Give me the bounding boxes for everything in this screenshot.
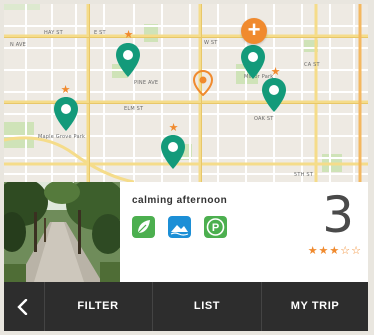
app-screen: N AVE HAY ST E ST W ST CA ST Mirror Park…: [0, 0, 374, 335]
place-card[interactable]: calming afternoon P 3 ★★★☆☆: [4, 182, 368, 282]
street-label: HAY ST: [44, 30, 63, 36]
map-view[interactable]: N AVE HAY ST E ST W ST CA ST Mirror Park…: [4, 4, 368, 182]
list-button[interactable]: LIST: [153, 282, 262, 331]
back-button[interactable]: [4, 282, 45, 331]
park-pin-icon[interactable]: [53, 96, 79, 132]
park-pin-icon[interactable]: [240, 44, 266, 80]
water-icon: [168, 216, 191, 238]
street-label: W ST: [204, 40, 218, 46]
star-marker-icon: ★: [123, 29, 134, 41]
my-trip-button[interactable]: MY TRIP: [262, 282, 368, 331]
star-marker-icon: ★: [60, 84, 71, 96]
street-label: E ST: [94, 30, 106, 36]
parking-icon: P: [204, 216, 227, 238]
svg-text:P: P: [212, 222, 219, 234]
street-label: ELM ST: [124, 106, 144, 112]
rating-stars: ★★★☆☆: [307, 245, 362, 257]
current-location-icon[interactable]: [193, 70, 213, 96]
street-label: N AVE: [10, 42, 27, 48]
leaf-icon: [132, 216, 155, 238]
filter-button[interactable]: FILTER: [44, 282, 153, 331]
street-label: PINE AVE: [134, 80, 159, 86]
chevron-left-icon: [17, 299, 28, 315]
star-marker-icon: ★: [168, 122, 179, 134]
rating-number: 3: [322, 186, 354, 244]
park-pin-icon[interactable]: [160, 134, 186, 170]
bottom-nav-bar: FILTER LIST MY TRIP: [4, 282, 368, 331]
place-photo: [4, 182, 120, 282]
street-label: CA ST: [304, 62, 320, 68]
park-label: Maple Grove Park: [38, 134, 86, 140]
place-name: calming afternoon: [132, 195, 228, 206]
park-pin-icon[interactable]: [115, 42, 141, 78]
street-label: 5TH ST: [294, 172, 314, 178]
street-label: OAK ST: [254, 116, 274, 122]
add-place-button[interactable]: +: [241, 18, 267, 44]
park-pin-icon[interactable]: [261, 77, 287, 113]
